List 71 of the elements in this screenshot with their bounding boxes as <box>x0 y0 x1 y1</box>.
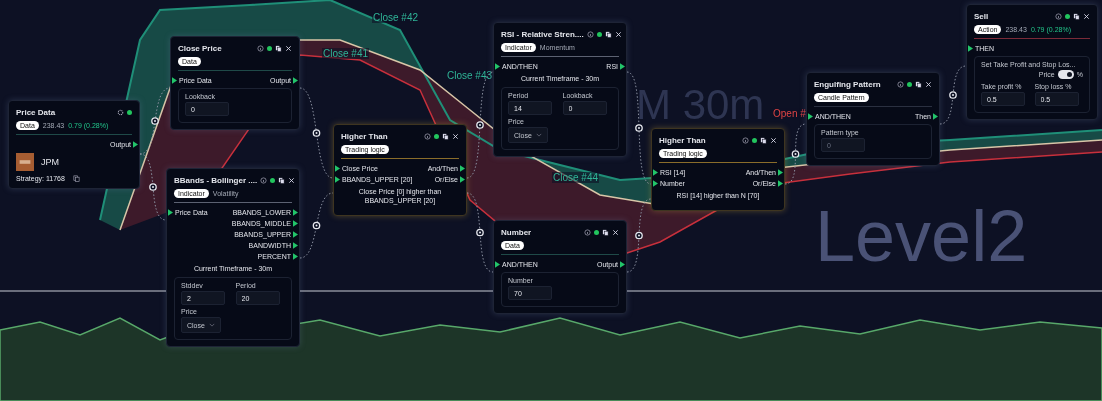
link-handle-icon[interactable] <box>791 150 800 158</box>
port-arrow-icon <box>168 209 173 216</box>
info-icon[interactable] <box>424 133 431 140</box>
caret-icon <box>208 323 215 328</box>
connector-line <box>939 65 967 125</box>
toggle-switch[interactable] <box>1057 70 1074 79</box>
port-arrow-icon <box>933 113 938 120</box>
candle-label: Close #42 <box>372 12 420 23</box>
link-handle-icon[interactable] <box>312 221 321 230</box>
connector-line <box>139 153 167 221</box>
ticker-symbol: JPM <box>41 157 59 167</box>
node-title: Higher Than <box>341 132 389 141</box>
close-icon[interactable] <box>452 133 459 140</box>
link-handle-icon[interactable] <box>476 228 484 237</box>
info-icon[interactable] <box>586 31 594 38</box>
node-title: RSI - Relative Stren.... <box>501 30 584 39</box>
node-title: Higher Than <box>659 136 707 145</box>
copy-icon[interactable] <box>604 31 612 38</box>
candle-label: Close #43 <box>446 70 494 81</box>
info-icon[interactable] <box>584 229 591 236</box>
port-arrow-icon <box>620 261 625 268</box>
port-arrow-icon <box>968 45 973 52</box>
link-handle-icon[interactable] <box>151 117 159 125</box>
node-title: BBands - Bollinger .... <box>174 176 258 185</box>
close-icon[interactable] <box>1083 13 1090 20</box>
info-icon[interactable] <box>1055 13 1062 20</box>
close-icon[interactable] <box>612 229 619 236</box>
port-arrow-icon <box>495 261 500 268</box>
candle-label: Close #44 <box>552 172 600 183</box>
port-arrow-icon <box>172 77 177 84</box>
close-icon[interactable] <box>614 31 622 38</box>
link-handle-icon[interactable] <box>149 183 157 191</box>
settings-icon[interactable] <box>117 109 124 116</box>
link-handle-icon[interactable] <box>635 231 643 240</box>
copy-icon[interactable] <box>915 81 922 88</box>
close-icon[interactable] <box>285 45 292 52</box>
connector-line <box>299 192 334 259</box>
port-arrow-icon <box>293 77 298 84</box>
node-title: Engulfing Pattern <box>814 80 882 89</box>
copy-icon[interactable] <box>442 133 449 140</box>
logo-icon <box>16 153 34 171</box>
link-handle-icon[interactable] <box>949 91 957 99</box>
node-title: Sell <box>974 12 990 21</box>
link-handle-icon[interactable] <box>312 129 321 137</box>
copy-icon[interactable] <box>1073 13 1080 20</box>
close-icon[interactable] <box>288 177 296 184</box>
port-arrow-icon <box>808 113 813 120</box>
link-handle-icon[interactable] <box>635 124 643 132</box>
copy-icon[interactable] <box>278 177 286 184</box>
port-arrow-icon <box>133 141 138 148</box>
connector-line <box>139 87 171 155</box>
port-arrow-icon <box>620 63 625 70</box>
node-title: Price Data <box>16 108 57 117</box>
info-icon[interactable] <box>257 45 264 52</box>
candle-label: Open # <box>772 108 807 119</box>
connector-line <box>784 123 807 185</box>
copy-icon[interactable] <box>275 45 282 52</box>
info-icon[interactable] <box>897 81 904 88</box>
candle-label: Close #41 <box>322 48 370 59</box>
close-icon[interactable] <box>770 137 777 144</box>
info-icon[interactable] <box>742 137 749 144</box>
chart-watermark: Level2 <box>815 200 1028 272</box>
close-icon[interactable] <box>925 81 932 88</box>
node-title: Number <box>501 228 533 237</box>
caret-icon <box>535 133 542 138</box>
copy-icon[interactable] <box>602 229 609 236</box>
copy-icon[interactable] <box>760 137 767 144</box>
info-icon[interactable] <box>260 177 268 184</box>
link-handle-icon[interactable] <box>476 121 484 129</box>
node-title: Close Price <box>178 44 223 53</box>
port-arrow-icon <box>495 63 500 70</box>
